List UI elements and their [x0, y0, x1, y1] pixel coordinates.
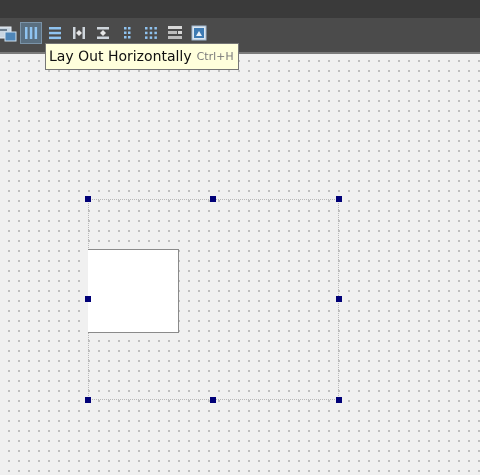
resize-handle-top[interactable]	[210, 196, 216, 202]
window-title-bar	[0, 0, 480, 18]
resize-handle-right[interactable]	[336, 296, 342, 302]
resize-handle-bottom-left[interactable]	[85, 397, 91, 403]
layout-horizontal-icon[interactable]	[20, 22, 42, 44]
resize-handle-bottom-right[interactable]	[336, 397, 342, 403]
layout-grid-icon[interactable]	[140, 22, 162, 44]
tooltip-shortcut: Ctrl+H	[196, 50, 234, 63]
resize-handle-left[interactable]	[85, 296, 91, 302]
layout-form-icon[interactable]	[116, 22, 138, 44]
layout-horizontal-splitter-icon[interactable]	[68, 22, 90, 44]
edit-buddies-icon[interactable]	[0, 22, 18, 44]
tooltip: Lay Out Horizontally Ctrl+H	[45, 43, 239, 70]
resize-handle-top-right[interactable]	[336, 196, 342, 202]
form-widget[interactable]	[88, 249, 179, 333]
adjust-size-icon[interactable]	[188, 22, 210, 44]
layout-vertical-icon[interactable]	[44, 22, 66, 44]
layout-vertical-splitter-icon[interactable]	[92, 22, 114, 44]
tooltip-label: Lay Out Horizontally	[49, 48, 192, 65]
break-layout-icon[interactable]	[164, 22, 186, 44]
resize-handle-top-left[interactable]	[85, 196, 91, 202]
resize-handle-bottom[interactable]	[210, 397, 216, 403]
